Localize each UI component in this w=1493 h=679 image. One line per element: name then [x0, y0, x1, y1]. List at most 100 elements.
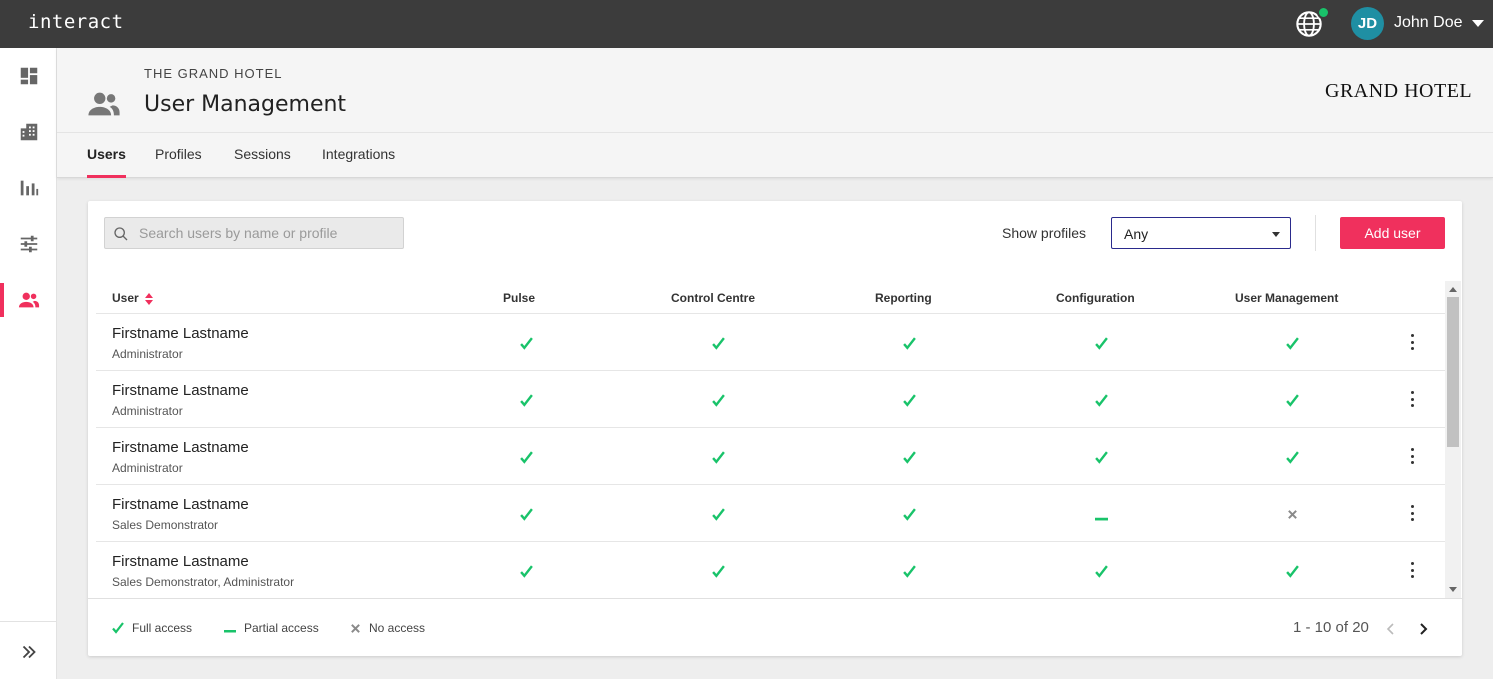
access-pulse: [516, 562, 536, 580]
pagination-range: 1 - 10 of 20: [1293, 619, 1369, 636]
nav-properties[interactable]: [0, 110, 57, 154]
search-box[interactable]: [104, 217, 404, 249]
user-name[interactable]: John Doe: [1394, 14, 1463, 32]
footer-divider: [88, 598, 1462, 599]
sort-icon[interactable]: [144, 292, 153, 305]
table-scrollbar[interactable]: [1445, 281, 1461, 598]
bar-chart-icon: [20, 180, 38, 196]
cross-icon: [351, 623, 360, 633]
nav-configuration[interactable]: [0, 222, 57, 266]
user-profile: Sales Demonstrator: [112, 518, 219, 532]
side-nav: [0, 48, 57, 679]
access-control-centre: [708, 391, 728, 409]
check-icon: [1285, 450, 1299, 464]
header-divider: [57, 132, 1493, 133]
check-icon: [902, 393, 916, 407]
access-user-management: [1282, 562, 1302, 580]
sliders-icon: [20, 235, 37, 253]
caret-down-icon: [1272, 232, 1280, 237]
check-icon: [1094, 450, 1108, 464]
legend-full: Full access: [112, 621, 192, 635]
check-icon: [711, 336, 725, 350]
brand-logo: GRAND HOTEL: [1325, 80, 1473, 102]
user-profile: Administrator: [112, 461, 183, 475]
access-reporting: [899, 562, 919, 580]
table-row[interactable]: Firstname Lastname Administrator: [96, 371, 1446, 428]
check-icon: [711, 450, 725, 464]
search-input[interactable]: [139, 218, 399, 248]
legend-none: No access: [350, 621, 425, 635]
toolbar-divider: [1315, 215, 1316, 251]
tab-users[interactable]: Users: [87, 146, 126, 178]
check-icon: [1285, 393, 1299, 407]
dash-icon: [224, 630, 236, 633]
nav-user-management[interactable]: [0, 278, 57, 322]
double-chevron-right-icon: [22, 645, 36, 659]
scroll-up-icon[interactable]: [1449, 287, 1457, 292]
table-row[interactable]: Firstname Lastname Administrator: [96, 314, 1446, 371]
tab-profiles[interactable]: Profiles: [155, 146, 202, 178]
scroll-down-icon[interactable]: [1449, 587, 1457, 592]
check-icon: [902, 564, 916, 578]
search-icon: [114, 227, 128, 241]
tab-integrations[interactable]: Integrations: [322, 146, 395, 178]
page-header: THE GRAND HOTEL User Management GRAND HO…: [57, 48, 1493, 178]
users-table: User Pulse Control Centre Reporting Conf…: [88, 281, 1446, 598]
access-user-management: [1282, 505, 1302, 523]
legend-partial: Partial access: [224, 621, 319, 635]
access-configuration: [1091, 505, 1111, 523]
building-icon: [20, 123, 37, 141]
top-bar: interact JD John Doe: [0, 0, 1493, 48]
chevron-left-icon[interactable]: [1384, 622, 1398, 636]
user-name: Firstname Lastname: [112, 439, 249, 456]
check-icon: [519, 564, 533, 578]
user-name: Firstname Lastname: [112, 382, 249, 399]
chevron-right-icon[interactable]: [1416, 622, 1430, 636]
check-icon: [1094, 336, 1108, 350]
column-header-control-centre: Control Centre: [671, 291, 755, 305]
column-header-user[interactable]: User: [112, 291, 153, 305]
access-configuration: [1091, 334, 1111, 352]
access-control-centre: [708, 505, 728, 523]
tab-sessions[interactable]: Sessions: [234, 146, 291, 178]
row-menu-icon[interactable]: [1408, 560, 1416, 580]
table-row[interactable]: Firstname Lastname Sales Demonstrator: [96, 485, 1446, 542]
app-logo[interactable]: interact: [28, 11, 124, 33]
check-icon: [902, 507, 916, 521]
users-icon: [88, 92, 120, 116]
active-indicator: [0, 283, 4, 317]
column-header-pulse: Pulse: [503, 291, 536, 305]
access-pulse: [516, 505, 536, 523]
row-menu-icon[interactable]: [1408, 389, 1416, 409]
access-user-management: [1282, 448, 1302, 466]
check-icon: [1094, 564, 1108, 578]
access-reporting: [899, 334, 919, 352]
user-name: Firstname Lastname: [112, 496, 249, 513]
hotel-name: THE GRAND HOTEL: [144, 66, 283, 81]
access-configuration: [1091, 562, 1111, 580]
table-row[interactable]: Firstname Lastname Sales Demonstrator, Ad…: [96, 542, 1446, 598]
add-user-button[interactable]: Add user: [1340, 217, 1445, 249]
users-icon: [18, 292, 39, 308]
dash-icon: [1094, 517, 1108, 520]
check-icon: [711, 507, 725, 521]
access-reporting: [899, 391, 919, 409]
expand-nav-button[interactable]: [0, 630, 57, 674]
caret-down-icon[interactable]: [1472, 20, 1484, 27]
avatar[interactable]: JD: [1351, 7, 1384, 40]
scroll-thumb[interactable]: [1447, 297, 1459, 447]
profiles-select[interactable]: Any: [1111, 217, 1291, 249]
access-pulse: [516, 391, 536, 409]
access-configuration: [1091, 448, 1111, 466]
check-icon: [1285, 336, 1299, 350]
show-profiles-label: Show profiles: [1002, 225, 1087, 241]
table-row[interactable]: Firstname Lastname Administrator: [96, 428, 1446, 485]
check-icon: [519, 393, 533, 407]
nav-reporting[interactable]: [0, 166, 57, 210]
row-menu-icon[interactable]: [1408, 446, 1416, 466]
row-menu-icon[interactable]: [1408, 332, 1416, 352]
users-card: Show profiles Any Add user User Pulse Co…: [88, 201, 1462, 656]
row-menu-icon[interactable]: [1408, 503, 1416, 523]
nav-dashboard[interactable]: [0, 54, 57, 98]
user-profile: Administrator: [112, 404, 183, 418]
